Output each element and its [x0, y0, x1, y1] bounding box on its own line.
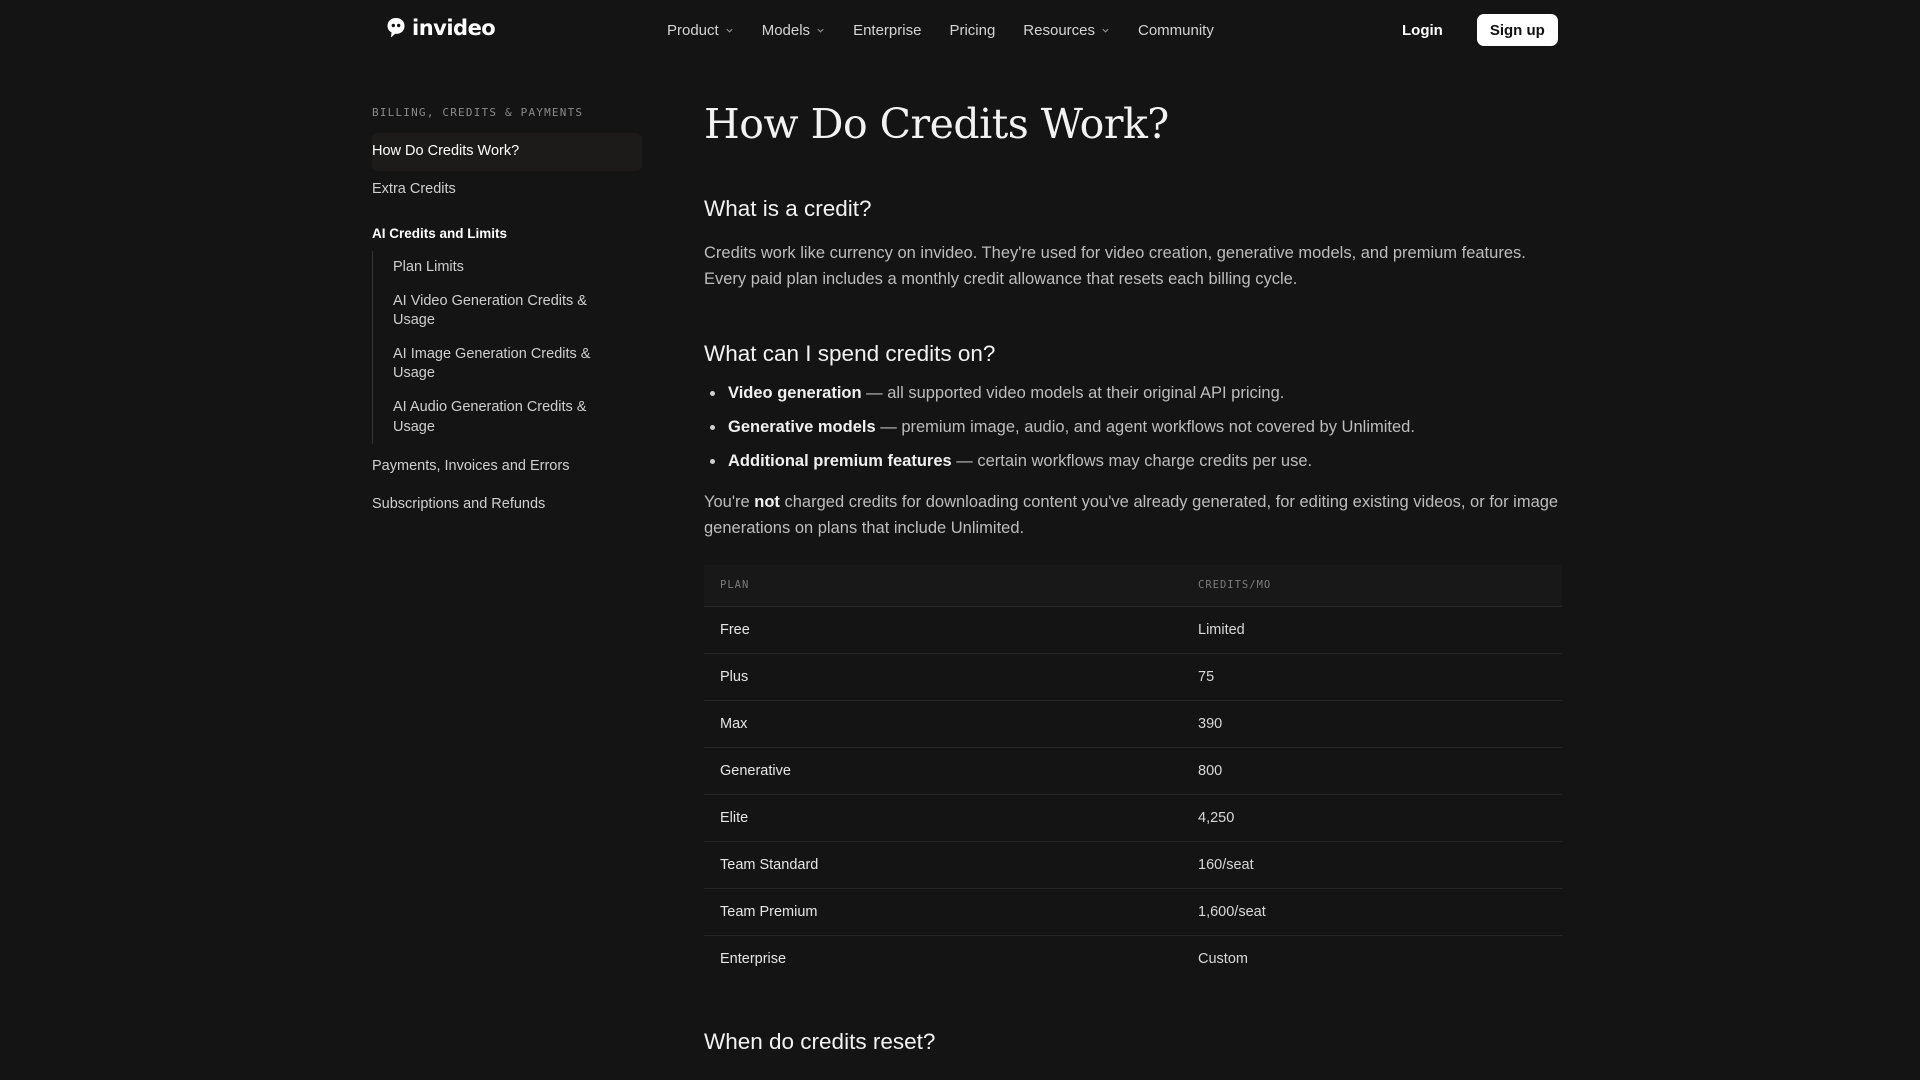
- table-row: Elite 4,250: [704, 793, 1562, 842]
- brand-logo[interactable]: invideo: [386, 16, 496, 40]
- list-item-strong: Generative models: [728, 418, 876, 437]
- plan-cell: Enterprise: [704, 934, 1182, 983]
- invideo-logo-icon: [387, 18, 405, 38]
- section-body-what-is-credit: Credits work like currency on invideo. T…: [704, 244, 1526, 289]
- list-item: Generative models — premium image, audio…: [704, 415, 1562, 439]
- top-navigation: invideo Product Models Enterprise Pricin…: [0, 0, 1920, 60]
- nav-product[interactable]: Product: [667, 22, 734, 39]
- column-header-credits: CREDITS/MO: [1198, 579, 1272, 592]
- nav-resources-label: Resources: [1023, 21, 1095, 39]
- credits-cell: 800: [1182, 746, 1562, 795]
- credits-cell: 75: [1182, 652, 1562, 701]
- nav-pricing[interactable]: Pricing: [949, 22, 995, 39]
- nav-community-label: Community: [1138, 21, 1214, 39]
- credits-cell: Custom: [1182, 934, 1562, 983]
- chevron-down-icon: [726, 28, 733, 33]
- sidebar-item-extra-credits[interactable]: Extra Credits: [372, 171, 642, 209]
- nav-models[interactable]: Models: [762, 22, 825, 39]
- sidebar-item-ai-video-credits[interactable]: AI Video Generation Credits & Usage: [393, 285, 613, 338]
- sidebar-item-how-do-credits-work[interactable]: How Do Credits Work?: [372, 133, 642, 171]
- plan-cell: Plus: [704, 652, 1182, 701]
- list-item-strong: Video generation: [728, 384, 862, 403]
- column-header-plan: PLAN: [720, 579, 750, 592]
- list-item: Video generation — all supported video m…: [704, 381, 1562, 405]
- not-charged-note: You're not charged credits for downloadi…: [704, 489, 1562, 541]
- plan-cell: Elite: [704, 793, 1182, 842]
- nav-community[interactable]: Community: [1138, 22, 1214, 39]
- plan-cell: Free: [704, 605, 1182, 654]
- nav-enterprise[interactable]: Enterprise: [853, 22, 921, 39]
- brand-name: invideo: [412, 16, 496, 40]
- table-row: Team Premium 1,600/seat: [704, 887, 1562, 936]
- section-heading-spend-credits: What can I spend credits on?: [704, 341, 996, 367]
- nav-enterprise-label: Enterprise: [853, 21, 922, 39]
- sidebar-group-ai-credits[interactable]: AI Credits and Limits: [372, 220, 642, 247]
- credits-cell: 160/seat: [1182, 840, 1562, 889]
- plan-cell: Team Standard: [704, 840, 1182, 889]
- credits-cell: 1,600/seat: [1182, 887, 1562, 936]
- page-title: How Do Credits Work?: [704, 100, 1169, 148]
- spend-credits-list: Video generation — all supported video m…: [704, 381, 1562, 473]
- signup-button[interactable]: Sign up: [1476, 14, 1558, 46]
- section-heading-what-is-credit: What is a credit?: [704, 196, 872, 222]
- list-item-text: — premium image, audio, and agent workfl…: [875, 418, 1415, 437]
- table-row: Plus 75: [704, 652, 1562, 701]
- table-row: Generative 800: [704, 746, 1562, 795]
- article: How Do Credits Work? What is a credit? C…: [704, 100, 1562, 1073]
- table-header-row: PLAN CREDITS/MO: [704, 565, 1562, 607]
- section-heading-credits-reset: When do credits reset?: [704, 1029, 936, 1055]
- docs-sidebar: BILLING, CREDITS & PAYMENTS How Do Credi…: [372, 106, 642, 523]
- main-menu: Product Models Enterprise Pricing Resour…: [667, 0, 1242, 60]
- credits-cell: 390: [1182, 699, 1562, 748]
- sidebar-item-payments[interactable]: Payments, Invoices and Errors: [372, 448, 642, 486]
- credits-cell: Limited: [1182, 605, 1562, 654]
- login-link[interactable]: Login: [1390, 16, 1455, 45]
- sidebar-after-group: Payments, Invoices and Errors Subscripti…: [372, 448, 642, 523]
- plan-cell: Team Premium: [704, 887, 1182, 936]
- plan-cell: Max: [704, 699, 1182, 748]
- sidebar-section-label: BILLING, CREDITS & PAYMENTS: [372, 106, 584, 119]
- sidebar-subgroup: Plan Limits AI Video Generation Credits …: [372, 251, 642, 445]
- table-row: Free Limited: [704, 605, 1562, 654]
- chevron-down-icon: [817, 28, 824, 33]
- sidebar-item-ai-image-credits[interactable]: AI Image Generation Credits & Usage: [393, 338, 613, 391]
- chevron-down-icon: [1102, 28, 1109, 33]
- list-item-text: — all supported video models at their or…: [861, 384, 1285, 403]
- plan-cell: Generative: [704, 746, 1182, 795]
- list-item: Additional premium features — certain wo…: [704, 449, 1562, 473]
- auth-actions: Login Sign up: [1390, 0, 1558, 60]
- table-row: Enterprise Custom: [704, 934, 1562, 983]
- list-item-text: — certain workflows may charge credits p…: [951, 452, 1313, 471]
- note-emphasis: not: [754, 493, 780, 512]
- table-row: Max 390: [704, 699, 1562, 748]
- nav-models-label: Models: [761, 21, 811, 39]
- plan-credits-table: PLAN CREDITS/MO Free Limited Plus 75 Max 39…: [704, 565, 1562, 983]
- credits-cell: 4,250: [1182, 793, 1562, 842]
- note-text: You're: [704, 493, 755, 512]
- note-text: charged credits for downloading content …: [704, 493, 1559, 538]
- sidebar-item-ai-audio-credits[interactable]: AI Audio Generation Credits & Usage: [393, 391, 613, 444]
- nav-product-label: Product: [667, 21, 719, 39]
- sidebar-item-plan-limits[interactable]: Plan Limits: [393, 251, 613, 285]
- list-item-strong: Additional premium features: [728, 452, 952, 471]
- sidebar-item-subscriptions[interactable]: Subscriptions and Refunds: [372, 486, 642, 524]
- nav-pricing-label: Pricing: [949, 21, 996, 39]
- table-row: Team Standard 160/seat: [704, 840, 1562, 889]
- nav-resources[interactable]: Resources: [1023, 22, 1110, 39]
